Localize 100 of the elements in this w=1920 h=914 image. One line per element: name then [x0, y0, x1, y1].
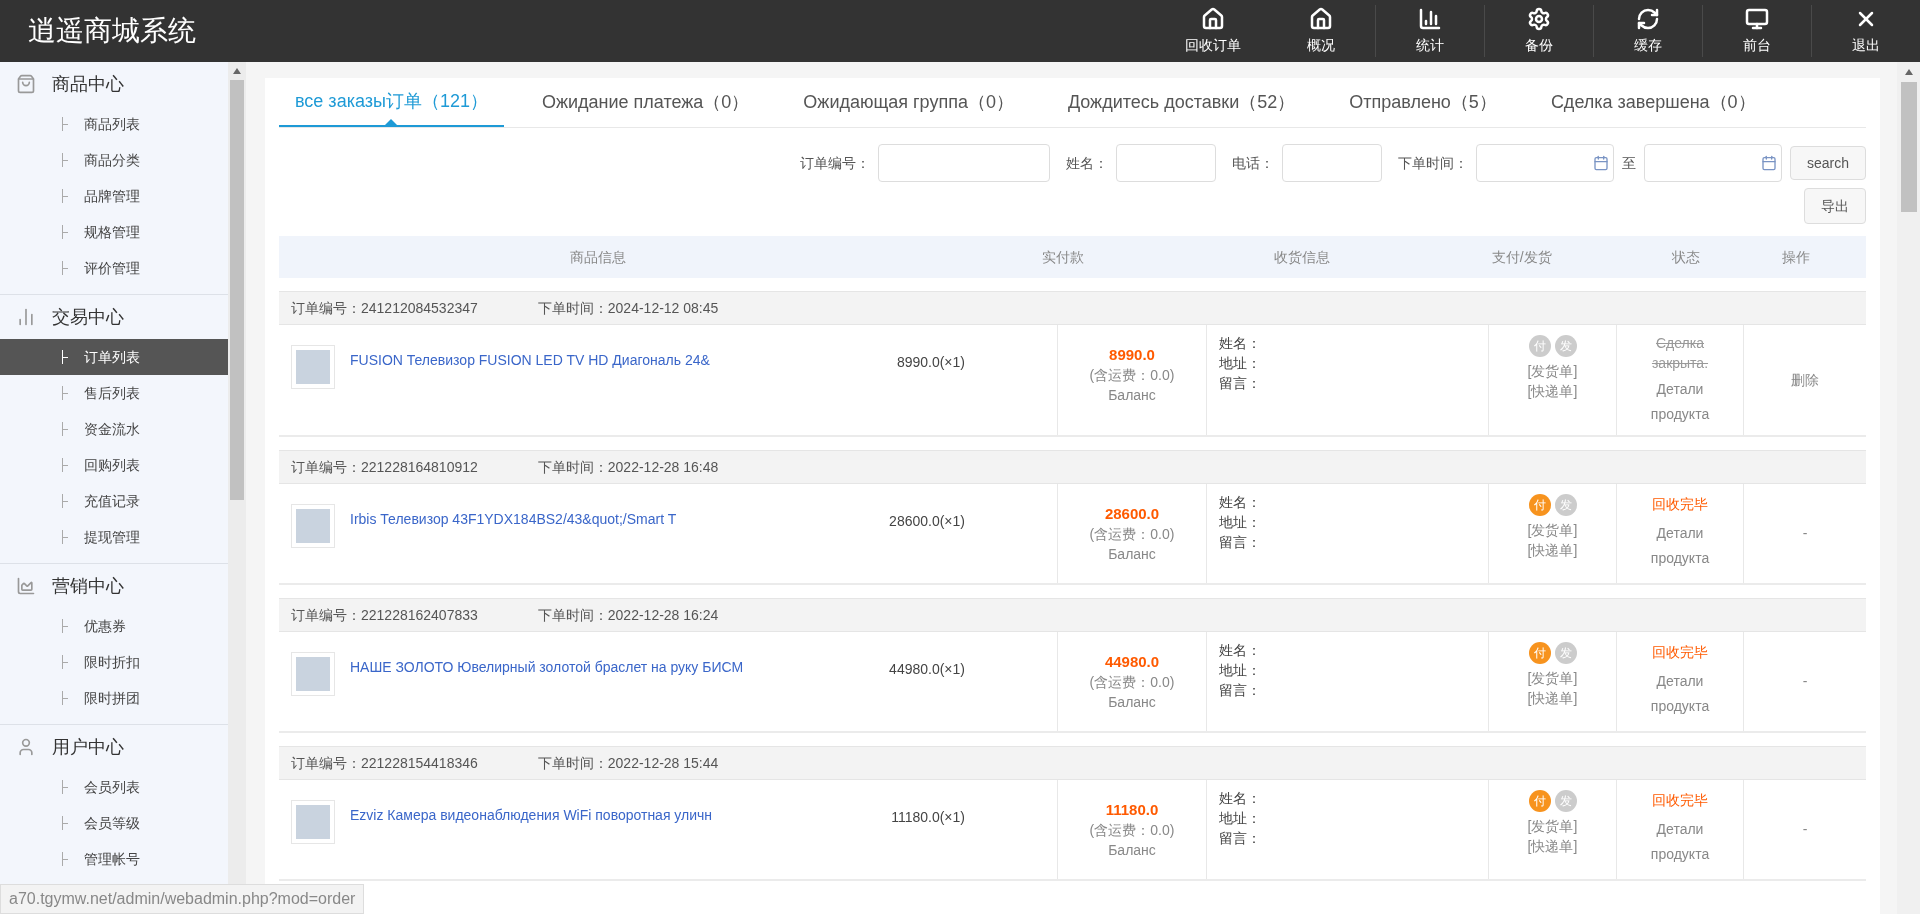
search-button[interactable]: search	[1789, 146, 1866, 180]
express-link[interactable]: [快递单]	[1527, 688, 1578, 708]
filter-label: 订单编号：	[799, 153, 870, 173]
details-link[interactable]: Детали продукта	[1640, 817, 1720, 867]
tab[interactable]: Ожидающая группа（0）	[787, 78, 1030, 127]
sidebar-item[interactable]: 评价管理	[0, 250, 228, 286]
payment-method: Баланс	[1108, 841, 1156, 860]
product-link[interactable]: Ezviz Камера видеонаблюдения WiFi поворотная уличн	[350, 805, 780, 826]
product-link[interactable]: НАШЕ ЗОЛОТО Ювелирный золотой браслет на руку БИСМ	[350, 657, 780, 678]
unit-price: 44980.0(×1)	[889, 660, 966, 679]
nav-button[interactable]: 回收订单	[1159, 5, 1267, 57]
tree-connector-icon	[62, 852, 68, 866]
tab[interactable]: Ожидание платежа（0）	[525, 78, 766, 127]
invoice-link[interactable]: [发货单]	[1527, 361, 1578, 381]
product-link[interactable]: Irbis Телевизор 43F1YDX184BS2/43&quot;/Smart T	[350, 509, 780, 530]
photo-placeholder	[291, 345, 335, 389]
recipient-label: 地址：	[1219, 809, 1262, 828]
sidebar-item[interactable]: 品牌管理	[0, 178, 228, 214]
invoice-link[interactable]: [发货单]	[1527, 668, 1578, 688]
express-link[interactable]: [快递单]	[1527, 836, 1578, 856]
payment-method: Баланс	[1108, 386, 1156, 405]
tab[interactable]: Дождитесь доставки（52）	[1051, 78, 1312, 127]
sidebar-item[interactable]: 资金流水	[0, 411, 228, 447]
date-field[interactable]	[1475, 144, 1614, 182]
order-time: 下单时间：2024-12-12 08:45	[537, 298, 719, 318]
recipient-label: 留言：	[1219, 829, 1262, 848]
text-field[interactable]	[877, 144, 1050, 182]
tree-connector-icon	[62, 386, 68, 400]
scroll-up-arrow-icon[interactable]	[1904, 69, 1913, 75]
unit-price: 8990.0(×1)	[896, 353, 966, 372]
tree-connector-icon	[62, 117, 68, 131]
sidebar-item[interactable]: 回购列表	[0, 447, 228, 483]
details-link[interactable]: Детали продукта	[1640, 377, 1720, 427]
unit-price: 11180.0(×1)	[891, 808, 966, 827]
order-action[interactable]: 删除	[1791, 369, 1819, 391]
date-field[interactable]	[1643, 144, 1782, 182]
nav-button[interactable]: 统计	[1376, 5, 1484, 57]
sidebar-item[interactable]: 管理帐号	[0, 841, 228, 877]
filter-label: 下单时间：	[1397, 153, 1468, 173]
express-link[interactable]: [快递单]	[1527, 540, 1578, 560]
details-link[interactable]: Детали продукта	[1640, 521, 1720, 571]
recipient-label: 姓名：	[1219, 334, 1262, 353]
recipient-label: 留言：	[1219, 681, 1262, 700]
calendar-icon	[1760, 155, 1777, 171]
nav-button[interactable]: 缓存	[1594, 5, 1702, 57]
tab[interactable]: Отправлено（5）	[1333, 78, 1513, 127]
sidebar-item[interactable]: 售后列表	[0, 375, 228, 411]
sidebar-item[interactable]: 提现管理	[0, 519, 228, 555]
home-icon	[1201, 6, 1225, 31]
bag-icon	[16, 74, 36, 94]
invoice-link[interactable]: [发货单]	[1527, 520, 1578, 540]
nav-button[interactable]: 前台	[1703, 5, 1811, 57]
bar-chart-icon	[1418, 6, 1442, 31]
tab[interactable]: Сделка завершена（0）	[1534, 78, 1772, 127]
sidebar-item[interactable]: 会员列表	[0, 769, 228, 805]
tree-connector-icon	[62, 225, 68, 239]
tree-connector-icon	[62, 350, 68, 364]
order-status: 回收完毕	[1652, 495, 1708, 514]
order-number: 订单编号：241212084532347	[291, 298, 478, 318]
shipping-fee: (含运费：0.0)	[1089, 673, 1175, 692]
order-status: 回收完毕	[1652, 643, 1708, 662]
column-header: 支付/发货	[1490, 247, 1553, 267]
nav-button[interactable]: 概况	[1267, 5, 1375, 57]
scrollbar-thumb[interactable]	[1900, 82, 1917, 212]
order-action: -	[1802, 820, 1808, 839]
paid-badge: 付	[1528, 790, 1551, 812]
invoice-link[interactable]: [发货单]	[1527, 816, 1578, 836]
sidebar-item[interactable]: 充值记录	[0, 483, 228, 519]
sidebar-item[interactable]: 限时折扣	[0, 644, 228, 680]
express-link[interactable]: [快递单]	[1527, 381, 1578, 401]
order-status: Сделка закрыта.	[1650, 334, 1710, 373]
sidebar-group-title: 商品中心	[52, 72, 124, 96]
export-button[interactable]: 导出	[1804, 188, 1866, 224]
text-field[interactable]	[1281, 144, 1382, 182]
status-url: a70.tgymw.net/admin/webadmin.php?mod=order	[0, 884, 365, 914]
scroll-up-arrow-icon[interactable]	[233, 68, 241, 74]
sidebar-item[interactable]: 订单列表	[0, 339, 228, 375]
sidebar-group-title: 用户中心	[52, 735, 124, 759]
payment-method: Баланс	[1108, 545, 1156, 564]
column-header: 实付款	[1040, 247, 1085, 267]
sidebar-item[interactable]: 限时拼团	[0, 680, 228, 716]
order-number: 订单编号：221228162407833	[291, 605, 478, 625]
details-link[interactable]: Детали продукта	[1640, 669, 1720, 719]
scrollbar-thumb[interactable]	[230, 80, 244, 500]
bar-chart-icon	[16, 307, 36, 327]
sidebar-item[interactable]: 商品分类	[0, 142, 228, 178]
nav-button[interactable]: 退出	[1812, 5, 1920, 57]
sidebar-item[interactable]: 商品列表	[0, 106, 228, 142]
recipient-label: 姓名：	[1219, 641, 1262, 660]
tree-connector-icon	[62, 422, 68, 436]
sidebar-item[interactable]: 优惠券	[0, 608, 228, 644]
nav-button[interactable]: 备份	[1485, 5, 1593, 57]
text-field[interactable]	[1115, 144, 1216, 182]
home-icon	[1309, 6, 1333, 31]
sidebar-item[interactable]: 会员等级	[0, 805, 228, 841]
sidebar-group-title: 交易中心	[52, 305, 124, 329]
product-link[interactable]: FUSION Телевизор FUSION LED TV HD Диагональ 24&	[350, 350, 780, 371]
tree-connector-icon	[62, 691, 68, 705]
sidebar-item[interactable]: 规格管理	[0, 214, 228, 250]
photo-placeholder	[291, 652, 335, 696]
